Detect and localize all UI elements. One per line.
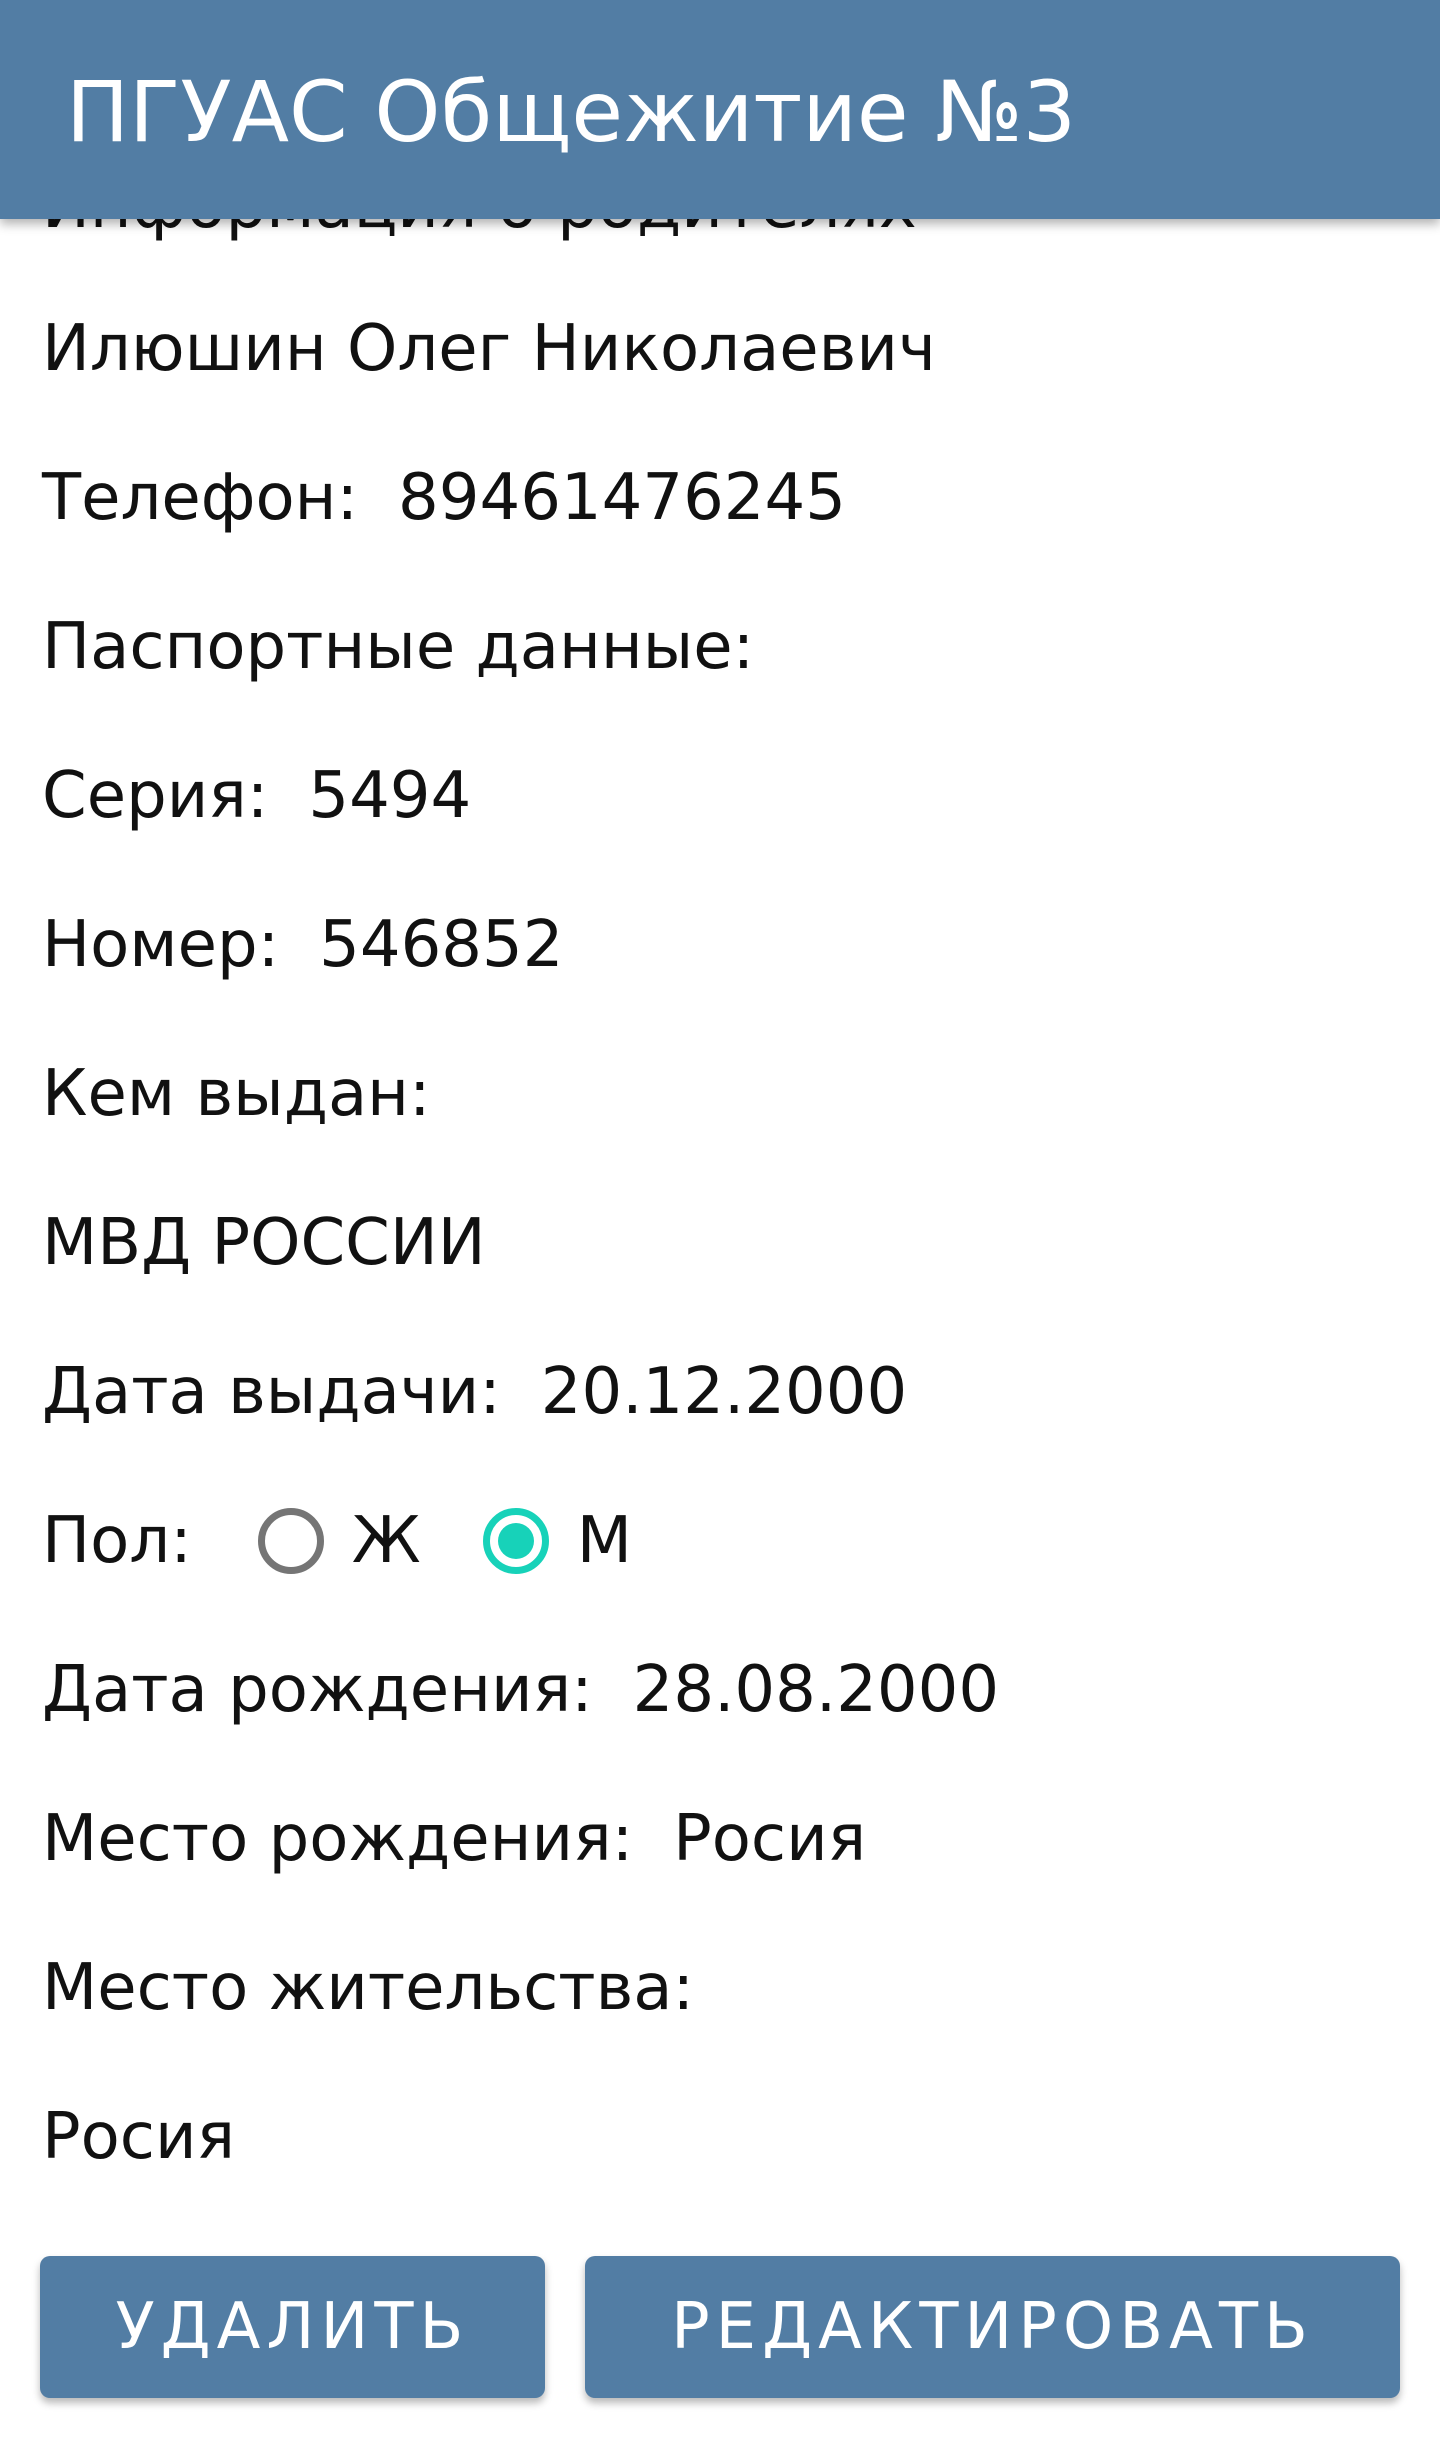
birth-date-label: Дата рождения: [42,1653,593,1727]
birth-place-row: Место рождения: Росия [42,1803,866,1875]
birth-date-row: Дата рождения: 28.08.2000 [42,1654,999,1726]
series-row: Серия: 5494 [42,760,471,832]
passport-header: Паспортные данные: [42,610,755,684]
gender-female-label: Ж [351,1504,421,1578]
issue-date-value: 20.12.2000 [540,1355,908,1429]
number-value: 546852 [319,908,564,982]
number-row: Номер: 546852 [42,909,563,981]
app-bar: ПГУАС Общежитие №3 [0,0,1440,219]
phone-label: Телефон: [42,461,359,535]
gender-row: Пол: Ж М [42,1505,632,1577]
app-title: ПГУАС Общежитие №3 [66,63,1077,161]
delete-button[interactable]: УДАЛИТЬ [40,2256,545,2398]
gender-male-option[interactable]: М [482,1504,632,1578]
edit-button[interactable]: РЕДАКТИРОВАТЬ [585,2256,1400,2398]
radio-checked-icon[interactable] [482,1508,549,1574]
student-details: Информация о родителях Илюшин Олег Никол… [0,0,1440,2462]
gender-male-label: М [576,1504,632,1578]
issue-date-row: Дата выдачи: 20.12.2000 [42,1356,907,1428]
number-label: Номер: [42,908,280,982]
gender-female-option[interactable]: Ж [257,1504,421,1578]
issued-by-label: Кем выдан: [42,1057,431,1131]
issued-by-value: МВД РОССИИ [42,1206,486,1280]
birth-place-label: Место рождения: [42,1802,634,1876]
birth-place-value: Росия [673,1802,867,1876]
residence-value: Росия [42,2100,236,2174]
parent-name: Илюшин Олег Николаевич [42,312,936,386]
issue-date-label: Дата выдачи: [42,1355,501,1429]
series-value: 5494 [308,759,472,833]
phone-row: Телефон: 89461476245 [42,462,846,534]
series-label: Серия: [42,759,269,833]
radio-dot [497,1523,534,1559]
birth-date-value: 28.08.2000 [632,1653,1000,1727]
phone-value: 89461476245 [398,461,846,535]
gender-label: Пол: [42,1504,192,1578]
residence-label: Место жительства: [42,1951,695,2025]
radio-unchecked-icon[interactable] [257,1508,324,1574]
